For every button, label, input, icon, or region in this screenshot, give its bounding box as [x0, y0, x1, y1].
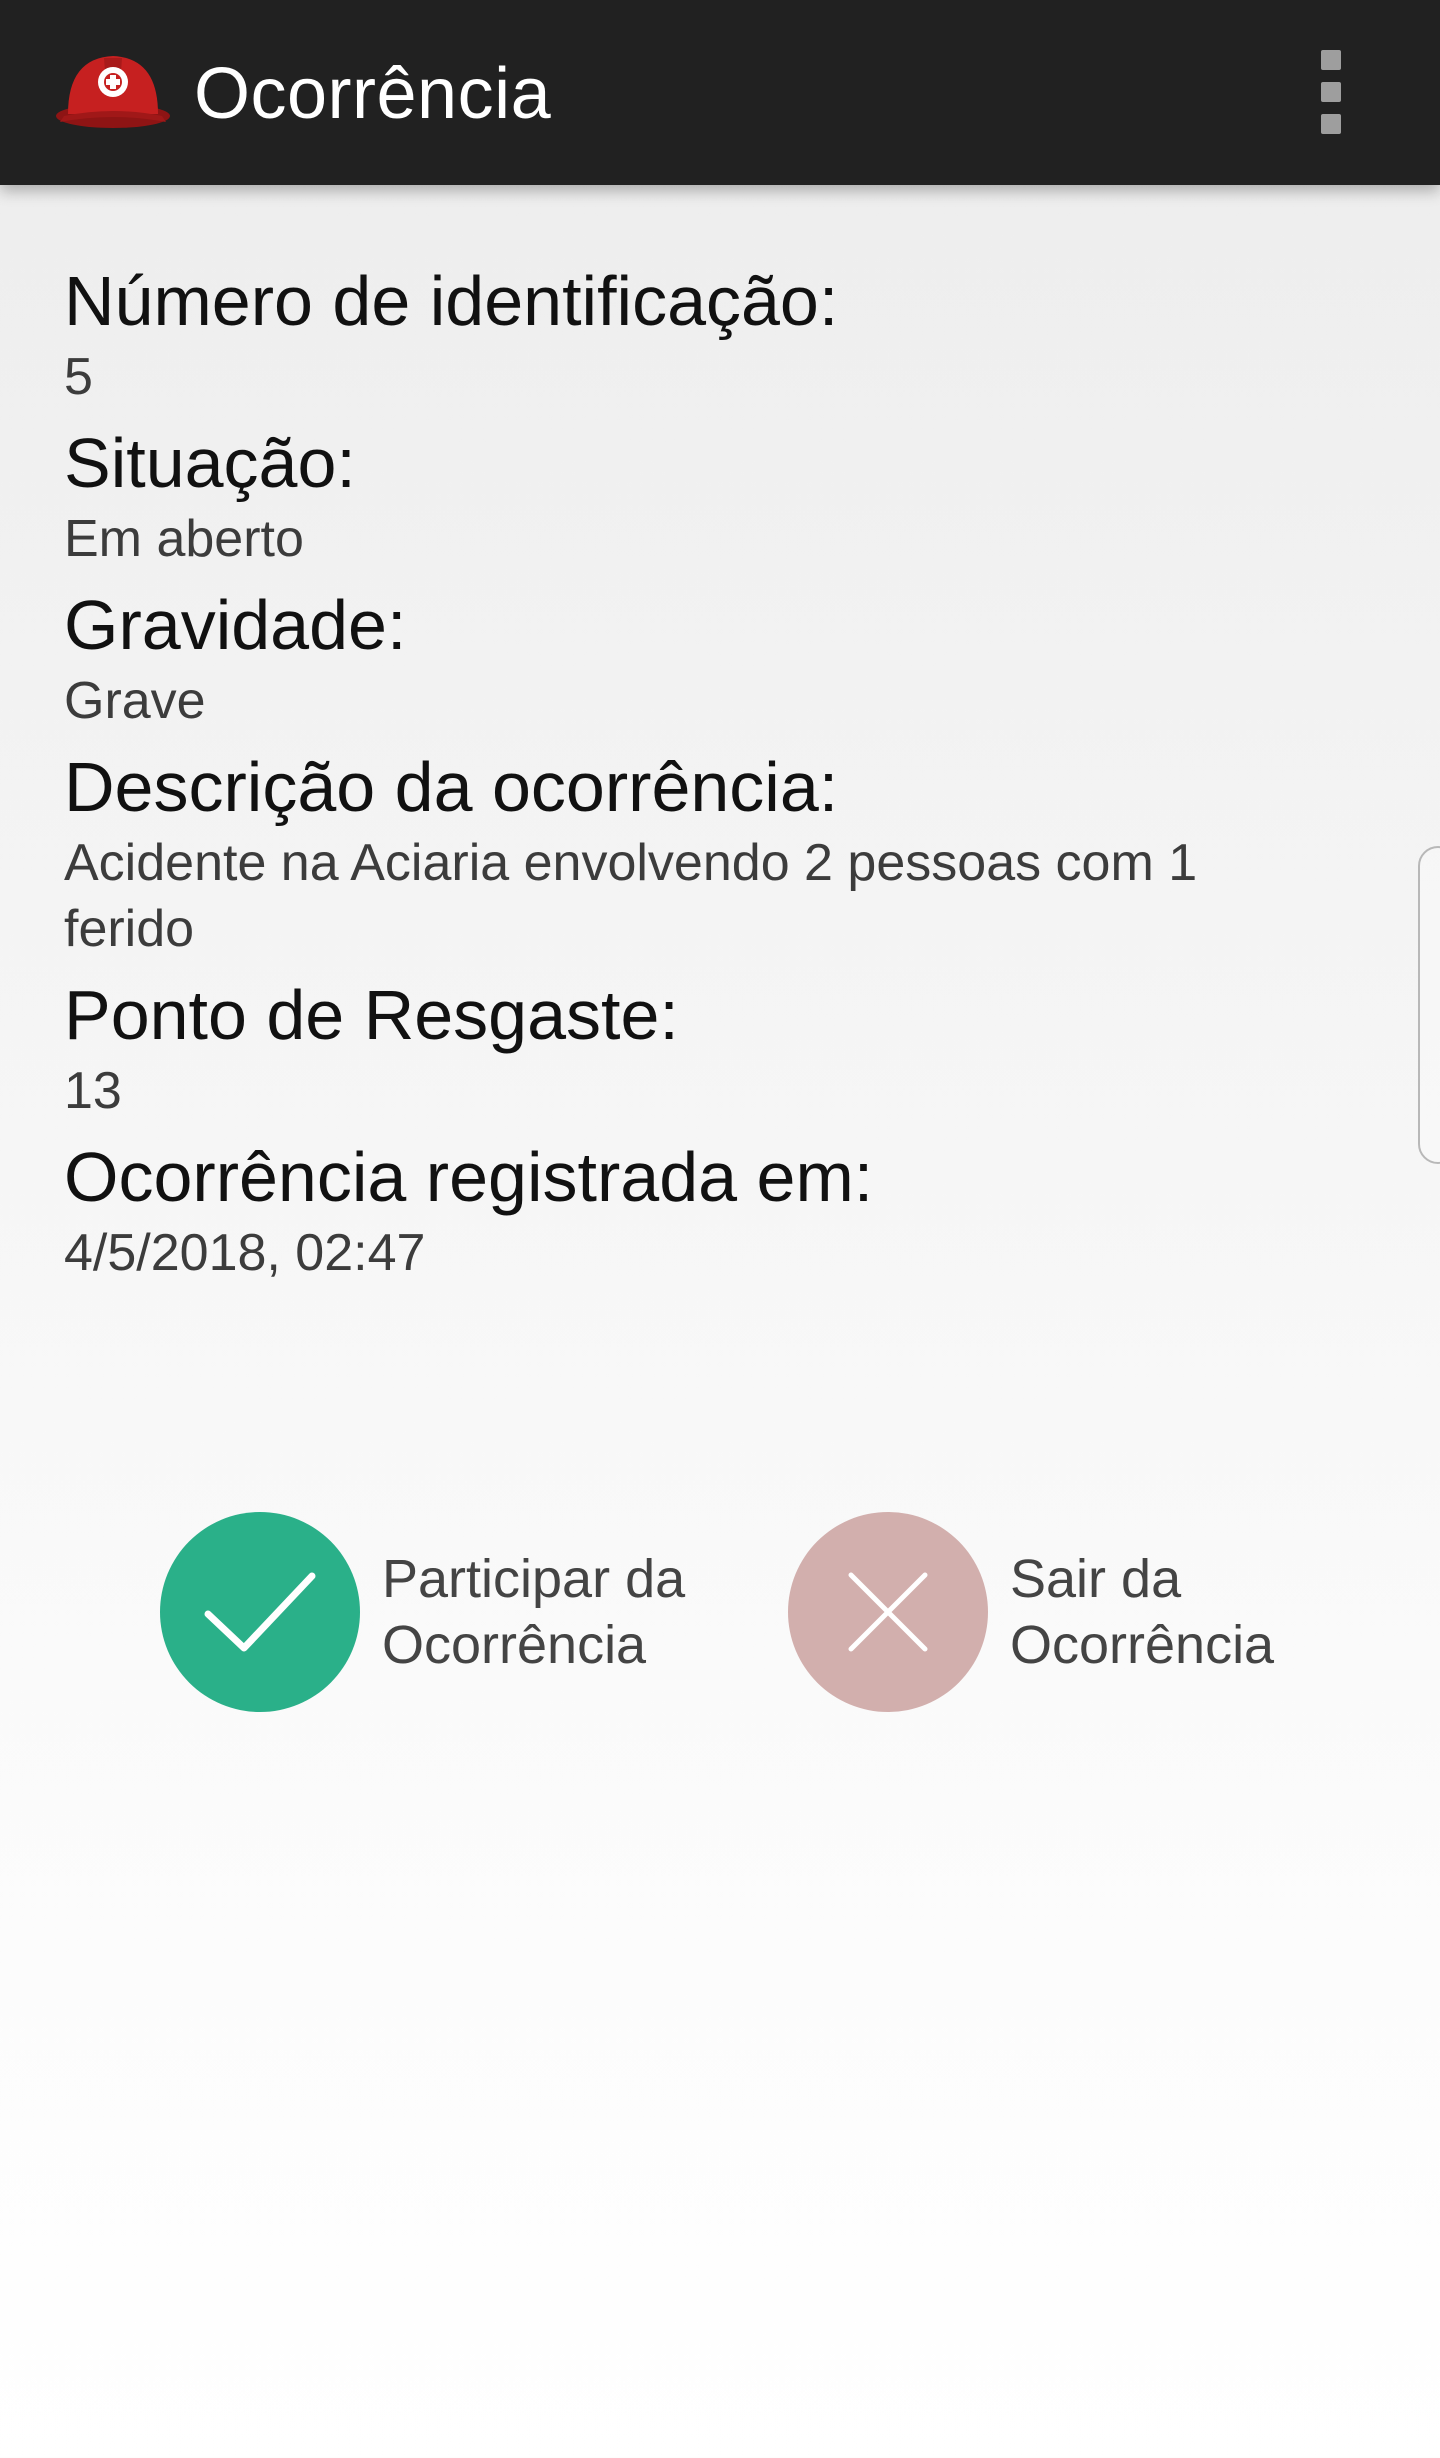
- firefighter-helmet-icon: [54, 48, 172, 132]
- rescue-point-value: 13: [64, 1062, 122, 1120]
- page-title: Ocorrência: [194, 54, 552, 134]
- more-vert-icon[interactable]: [1306, 44, 1352, 140]
- rescue-point-label: Ponto de Resgaste:: [64, 976, 679, 1054]
- registered-at-label: Ocorrência registrada em:: [64, 1138, 874, 1216]
- id-label: Número de identificação:: [64, 262, 839, 340]
- occurrence-actions: Participar da Ocorrência Sair da Ocorrên…: [160, 1512, 1360, 1712]
- status-label: Situação:: [64, 424, 356, 502]
- edge-panel-handle[interactable]: [1418, 846, 1440, 1164]
- severity-label: Gravidade:: [64, 586, 407, 664]
- leave-button[interactable]: Sair da Ocorrência: [788, 1512, 1348, 1712]
- severity-value: Grave: [64, 672, 206, 730]
- description-value: Acidente na Aciaria envolvendo 2 pessoas…: [64, 834, 1198, 958]
- registered-at-value: 4/5/2018, 02:47: [64, 1224, 426, 1282]
- leave-label[interactable]: Sair da Ocorrência: [1010, 1546, 1348, 1678]
- description-label: Descrição da ocorrência:: [64, 748, 839, 826]
- participate-label[interactable]: Participar da Ocorrência: [382, 1546, 720, 1678]
- status-value: Em aberto: [64, 510, 304, 568]
- occurrence-details: Número de identificação: 5 Situação: Em …: [64, 258, 1384, 1296]
- app-bar: Ocorrência: [0, 0, 1440, 185]
- participate-button[interactable]: Participar da Ocorrência: [160, 1512, 720, 1712]
- check-icon[interactable]: [160, 1512, 360, 1712]
- id-value: 5: [64, 348, 93, 406]
- close-icon[interactable]: [788, 1512, 988, 1712]
